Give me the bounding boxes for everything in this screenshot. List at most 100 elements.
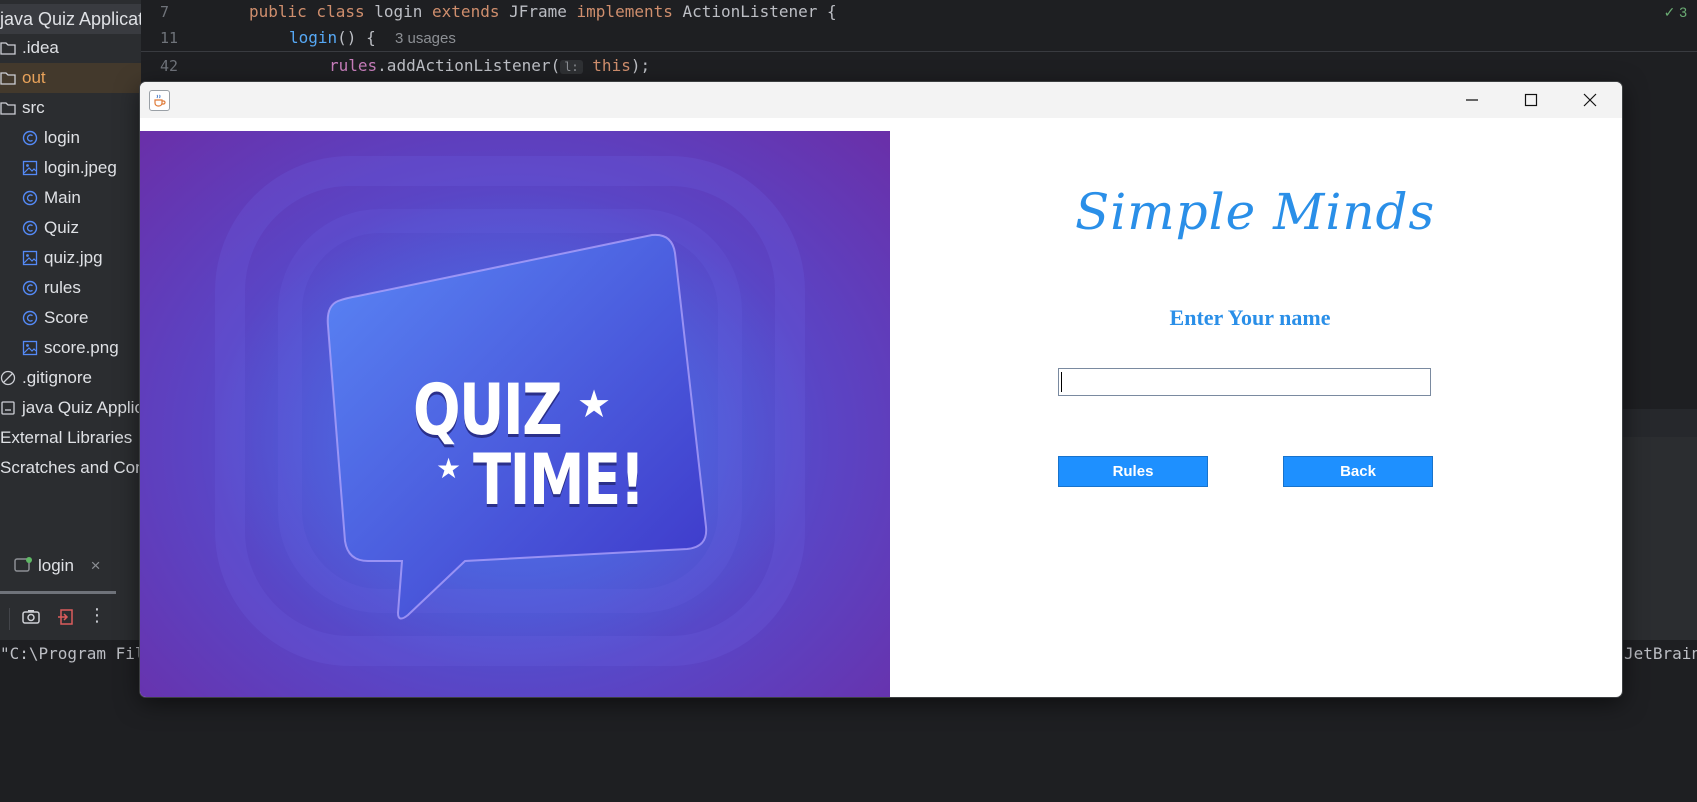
console-output: "C:\Program Fil (0, 644, 145, 663)
minimize-button[interactable] (1443, 82, 1501, 118)
tree-item[interactable]: Score (22, 303, 141, 333)
class-icon (22, 126, 38, 146)
java-coffee-icon[interactable] (149, 90, 170, 111)
code-token: this (592, 56, 631, 75)
tree-item-label: score.png (44, 338, 119, 357)
tree-item[interactable]: External Libraries (0, 423, 141, 453)
tree-item[interactable]: login (22, 123, 141, 153)
run-tab-login[interactable]: login × (14, 556, 101, 576)
camera-icon[interactable] (21, 607, 41, 627)
code-token: ); (630, 56, 651, 75)
tree-item[interactable]: Main (22, 183, 141, 213)
inspection-widget[interactable]: ✓ 3 (1664, 4, 1687, 21)
tree-item-label: login (44, 128, 80, 147)
parameter-hint: l: (560, 60, 583, 74)
window-titlebar[interactable] (140, 82, 1622, 118)
ignore-file-icon (0, 366, 16, 386)
tree-item-label: rules (44, 278, 81, 297)
text-caret (1061, 372, 1062, 392)
back-button[interactable]: Back (1283, 456, 1433, 487)
class-icon (22, 216, 38, 236)
code-line-class-declaration[interactable]: public class login extends JFrame implem… (249, 2, 837, 21)
time-word: TIME! (473, 439, 645, 521)
tree-item-label: java Quiz Application (22, 398, 141, 417)
more-options-icon[interactable]: ⋮ (88, 606, 106, 626)
active-tab-indicator (0, 591, 116, 594)
code-token: .addActionListener( (377, 56, 561, 75)
tree-item-label: Main (44, 188, 81, 207)
image-file-icon (22, 246, 38, 266)
code-token: ActionListener { (682, 2, 837, 21)
rules-button[interactable]: Rules (1058, 456, 1208, 487)
name-input[interactable] (1058, 368, 1431, 396)
tree-item[interactable]: .gitignore (0, 363, 141, 393)
close-icon[interactable]: × (91, 556, 101, 575)
usages-hint[interactable]: 3 usages (395, 30, 456, 47)
close-button[interactable] (1561, 82, 1619, 118)
check-icon: ✓ (1663, 4, 1676, 20)
tree-item[interactable]: quiz.jpg (22, 243, 141, 273)
class-icon (22, 276, 38, 296)
close-icon (1583, 93, 1597, 107)
folder-icon (0, 96, 16, 115)
image-file-icon (22, 156, 38, 176)
tree-item[interactable]: java Quiz Application (0, 393, 141, 423)
tree-item[interactable]: rules (22, 273, 141, 303)
maximize-button[interactable] (1502, 82, 1560, 118)
exit-icon[interactable] (56, 607, 76, 627)
console-output-right: JetBrain (1624, 644, 1697, 663)
name-label: Enter Your name (1169, 305, 1331, 330)
code-token: login (289, 28, 338, 47)
folder-icon (0, 36, 16, 55)
line-number: 42 (160, 57, 179, 75)
java-app-window[interactable]: QUIZ ★ ★ TIME! Simple Minds Enter Your n… (140, 82, 1622, 697)
code-token: implements (576, 2, 683, 21)
tree-item[interactable]: .idea (0, 33, 141, 63)
tree-item-label: quiz.jpg (44, 248, 103, 267)
tree-item[interactable]: login.jpeg (22, 153, 141, 183)
tree-item-label: src (22, 98, 45, 117)
code-token: public class (249, 2, 375, 21)
tree-item-label: login.jpeg (44, 158, 117, 177)
code-token: () { (337, 28, 376, 47)
tree-item-label: Scratches and Consoles (0, 458, 141, 477)
line-number: 11 (160, 29, 179, 47)
tree-item-label: .gitignore (22, 368, 92, 387)
editor-sticky-separator (141, 51, 1697, 52)
folder-icon (0, 66, 16, 85)
project-title[interactable]: java Quiz Application (0, 4, 141, 34)
image-file-icon (22, 336, 38, 356)
tree-item[interactable]: Scratches and Consoles (0, 453, 141, 483)
editor-side-area (1622, 437, 1697, 540)
class-icon (22, 306, 38, 326)
tree-item-label: External Libraries (0, 428, 133, 447)
maximize-icon (1524, 93, 1538, 107)
app-title: Simple Minds (1075, 183, 1436, 241)
class-icon (22, 186, 38, 206)
code-token: rules (329, 56, 378, 75)
tree-item-label: out (22, 68, 46, 87)
toolbar-divider (9, 608, 10, 630)
star-icon: ★ (436, 452, 462, 485)
module-file-icon (0, 396, 16, 415)
tree-item-label: Score (44, 308, 89, 327)
inspection-count: 3 (1679, 4, 1687, 20)
quiz-time-banner-image: QUIZ ★ ★ TIME! (140, 131, 890, 697)
code-line-action-listener[interactable]: rules.addActionListener(l: this); (329, 56, 650, 75)
line-number: 7 (160, 3, 170, 21)
run-tab-label: login (38, 556, 74, 575)
tree-item[interactable]: Quiz (22, 213, 141, 243)
code-line-constructor[interactable]: login() { 3 usages (289, 28, 456, 47)
star-icon: ★ (577, 382, 612, 426)
editor-highlight-band (1622, 409, 1697, 437)
tree-item-label: Quiz (44, 218, 79, 237)
code-token: extends (432, 2, 510, 21)
code-token: JFrame (509, 2, 577, 21)
code-token: login (374, 2, 433, 21)
tree-item-label: .idea (22, 38, 59, 57)
tree-item[interactable]: out (0, 63, 141, 93)
minimize-icon (1466, 99, 1478, 101)
run-config-icon (14, 557, 32, 572)
tree-item[interactable]: src (0, 93, 141, 123)
tree-item[interactable]: score.png (22, 333, 141, 363)
